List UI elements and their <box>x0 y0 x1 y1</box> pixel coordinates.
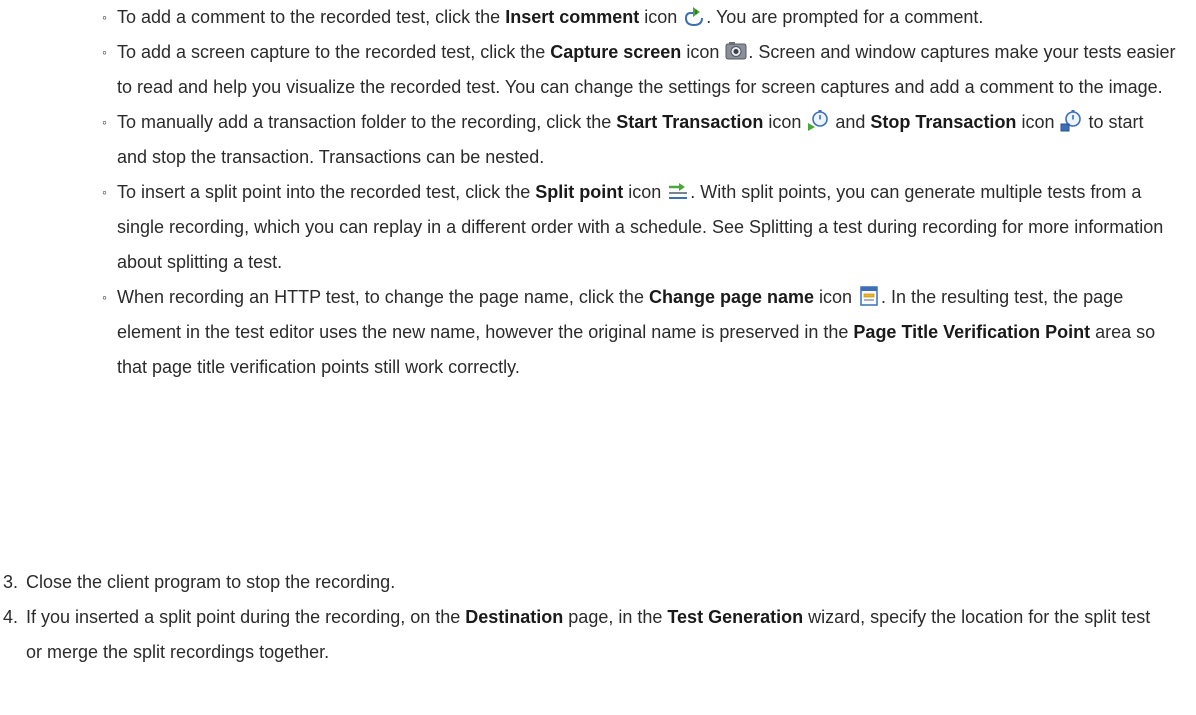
list-item-split-point: To insert a split point into the recorde… <box>0 175 1196 280</box>
change-page-name-icon <box>858 285 880 307</box>
ui-term: Capture screen <box>550 42 682 62</box>
step-number: 3. <box>3 572 19 592</box>
start-transaction-icon <box>807 110 829 132</box>
ui-term: Split point <box>535 182 624 202</box>
ui-term: Destination <box>465 607 564 627</box>
item-text: icon <box>1016 112 1060 132</box>
capture-screen-icon <box>725 40 747 62</box>
item-text: icon <box>681 42 725 62</box>
documentation-page: To add a comment to the recorded test, c… <box>0 0 1196 715</box>
split-point-icon <box>667 180 689 202</box>
list-item-capture-screen: To add a screen capture to the recorded … <box>0 35 1196 105</box>
step-number: 4. <box>3 607 19 627</box>
ui-term: Insert comment <box>505 7 640 27</box>
stop-transaction-icon <box>1060 110 1082 132</box>
ui-term: Test Generation <box>667 607 804 627</box>
item-text: To insert a split point into the recorde… <box>117 182 536 202</box>
ui-term: Start Transaction <box>616 112 764 132</box>
item-text: When recording an HTTP test, to change t… <box>117 287 649 307</box>
step-text: Close the client program to stop the rec… <box>26 572 396 592</box>
procedure-steps: 3. Close the client program to stop the r… <box>0 565 1196 670</box>
recording-options-list: To add a comment to the recorded test, c… <box>0 0 1196 385</box>
step-4: 4. If you inserted a split point during t… <box>0 600 1196 670</box>
item-text: To manually add a transaction folder to … <box>117 112 617 132</box>
item-text: To add a screen capture to the recorded … <box>117 42 551 62</box>
ui-term: Page Title Verification Point <box>853 322 1091 342</box>
item-text: and <box>830 112 871 132</box>
step-text: page, in the <box>563 607 668 627</box>
item-text: . You are prompted for a comment. <box>706 7 984 27</box>
list-item-transaction: To manually add a transaction folder to … <box>0 105 1196 175</box>
item-text: icon <box>623 182 667 202</box>
item-text: icon <box>814 287 858 307</box>
step-3: 3. Close the client program to stop the r… <box>0 565 1196 600</box>
item-text: icon <box>763 112 807 132</box>
item-text: icon <box>639 7 683 27</box>
item-text: To add a comment to the recorded test, c… <box>117 7 506 27</box>
ui-term: Change page name <box>648 287 815 307</box>
ui-term: Stop Transaction <box>870 112 1017 132</box>
step-text: If you inserted a split point during the… <box>26 607 466 627</box>
list-item-insert-comment: To add a comment to the recorded test, c… <box>0 0 1196 35</box>
list-item-change-page-name: When recording an HTTP test, to change t… <box>0 280 1196 385</box>
insert-comment-icon <box>683 5 705 27</box>
